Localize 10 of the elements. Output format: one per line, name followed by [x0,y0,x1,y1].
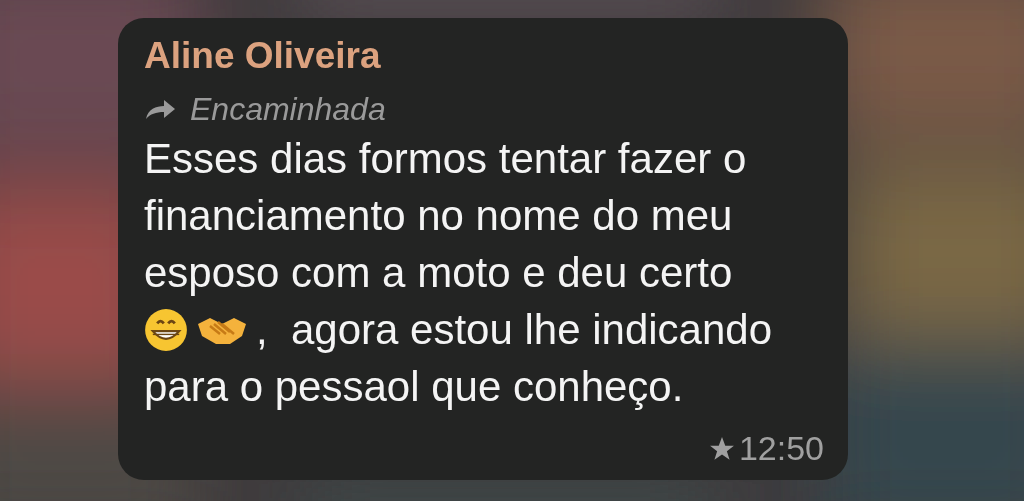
message-time: 12:50 [738,429,824,468]
message-text: financiamento no nome do meu [144,191,733,241]
forward-icon [144,97,176,121]
message-text: para o pessaol que conheço. [144,362,684,412]
message-text: esposo com a moto e deu certo [144,248,733,298]
sender-name: Aline Oliveira [144,34,381,78]
forwarded-label: Encaminhada [190,90,386,128]
grinning-face-icon [144,307,188,352]
message-text: Esses dias formos tentar fazer o [144,134,747,184]
message-text: , agora estou lhe indicando [256,305,773,355]
